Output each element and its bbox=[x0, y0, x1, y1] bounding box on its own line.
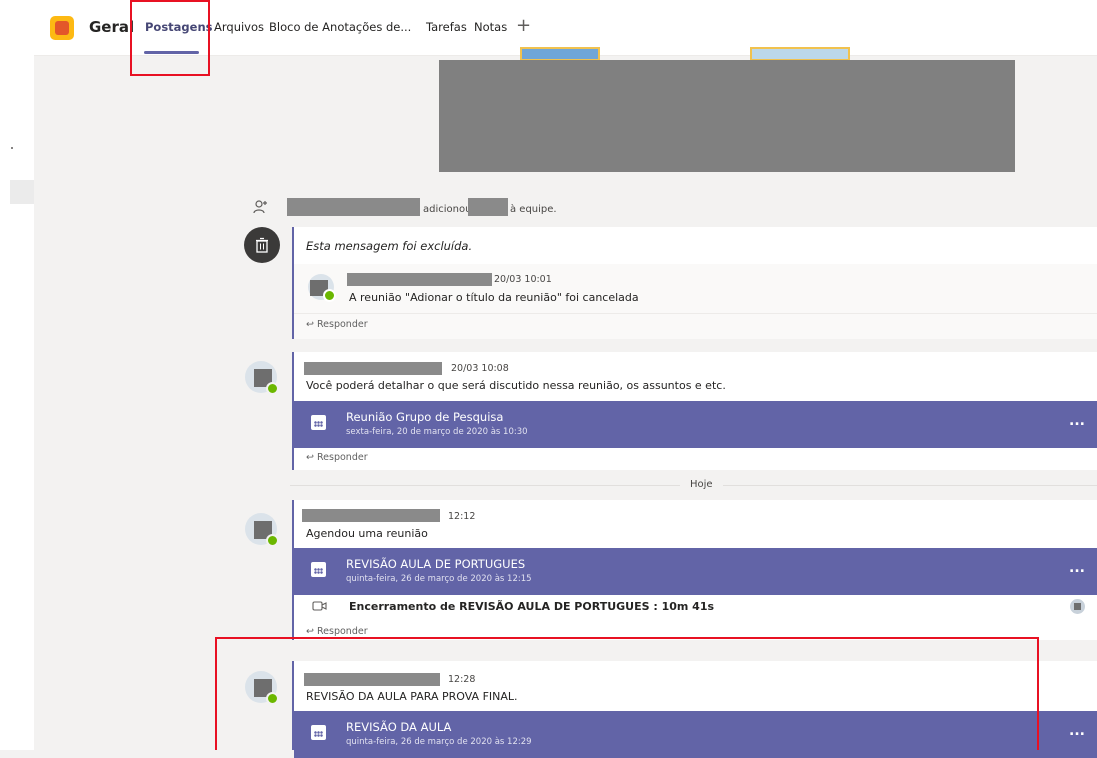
system-text-team: à equipe. bbox=[510, 204, 557, 215]
more-options-button[interactable]: ... bbox=[1069, 560, 1085, 576]
redacted-name bbox=[302, 509, 440, 522]
highlight-box-tab bbox=[130, 0, 210, 76]
tab-tarefas[interactable]: Tarefas bbox=[426, 20, 467, 34]
team-icon bbox=[50, 16, 74, 40]
reply-label: Responder bbox=[316, 626, 368, 637]
post-card: 12:12 Agendou uma reunião REVISÃO AULA D… bbox=[292, 500, 1097, 640]
meeting-card[interactable]: REVISÃO AULA DE PORTUGUES quinta-feira, … bbox=[294, 548, 1097, 595]
trash-icon bbox=[244, 227, 280, 263]
participant-avatar bbox=[1070, 599, 1085, 614]
reply-label: Responder bbox=[316, 452, 368, 463]
reply-message-text: A reunião "Adionar o título da reunião" … bbox=[349, 291, 639, 304]
tab-arquivos[interactable]: Arquivos bbox=[214, 20, 264, 34]
redacted-name bbox=[287, 198, 420, 216]
meeting-card[interactable]: Reunião Grupo de Pesquisa sexta-feira, 2… bbox=[294, 401, 1097, 448]
redacted-name bbox=[468, 198, 508, 216]
rail-selected-item[interactable] bbox=[10, 180, 34, 204]
post-card: 20/03 10:08 Você poderá detalhar o que s… bbox=[292, 352, 1097, 470]
avatar bbox=[245, 513, 279, 547]
image-fragment bbox=[520, 47, 600, 61]
reply-button[interactable]: ↩ Responder bbox=[306, 452, 368, 463]
more-options-button[interactable]: ... bbox=[1069, 723, 1085, 739]
presence-available-icon bbox=[266, 534, 279, 547]
calendar-icon bbox=[311, 562, 326, 577]
more-options-button[interactable]: ... bbox=[1069, 413, 1085, 429]
meeting-ended-text: Encerramento de REVISÃO AULA DE PORTUGUE… bbox=[349, 600, 715, 613]
redacted-name bbox=[304, 362, 442, 375]
avatar bbox=[308, 274, 336, 302]
tab-bloco-de-anotacoes[interactable]: Bloco de Anotações de... bbox=[269, 20, 411, 34]
divider bbox=[294, 313, 1097, 314]
system-text-added: adicionou bbox=[423, 204, 472, 215]
reply-area: 20/03 10:01 A reunião "Adionar o título … bbox=[294, 264, 1097, 339]
meeting-date: sexta-feira, 20 de março de 2020 às 10:3… bbox=[346, 427, 528, 437]
video-camera-icon bbox=[312, 599, 328, 616]
tab-notas[interactable]: Notas bbox=[474, 20, 507, 34]
deleted-thread-card: Esta mensagem foi excluída. 20/03 10:01 … bbox=[292, 227, 1097, 339]
highlight-box-post bbox=[215, 637, 1039, 750]
post-timestamp: 12:12 bbox=[448, 511, 476, 522]
channel-name: Geral bbox=[89, 18, 135, 36]
reply-label: Responder bbox=[316, 319, 368, 330]
add-person-icon bbox=[250, 199, 270, 219]
add-tab-button[interactable]: + bbox=[516, 15, 531, 36]
redacted-image bbox=[439, 60, 1015, 172]
reply-button[interactable]: ↩ Responder bbox=[306, 319, 368, 330]
reply-timestamp: 20/03 10:01 bbox=[494, 274, 552, 285]
presence-available-icon bbox=[266, 382, 279, 395]
meeting-date: quinta-feira, 26 de março de 2020 às 12:… bbox=[346, 574, 532, 584]
presence-available-icon bbox=[323, 289, 336, 302]
meeting-title: Reunião Grupo de Pesquisa bbox=[346, 410, 504, 424]
reply-arrow-icon: ↩ bbox=[306, 319, 317, 330]
post-text: Você poderá detalhar o que será discutid… bbox=[306, 379, 726, 392]
calendar-icon bbox=[311, 415, 326, 430]
deleted-message-text: Esta mensagem foi excluída. bbox=[306, 239, 473, 253]
rail-dot bbox=[11, 147, 13, 149]
avatar bbox=[245, 361, 279, 395]
left-rail bbox=[0, 0, 34, 750]
day-divider-label: Hoje bbox=[680, 479, 723, 490]
meeting-title: REVISÃO AULA DE PORTUGUES bbox=[346, 557, 526, 571]
reply-arrow-icon: ↩ bbox=[306, 626, 317, 637]
image-fragment bbox=[750, 47, 850, 61]
redacted-name bbox=[347, 273, 492, 286]
post-timestamp: 20/03 10:08 bbox=[451, 363, 509, 374]
reply-arrow-icon: ↩ bbox=[306, 452, 317, 463]
post-text: Agendou uma reunião bbox=[306, 527, 428, 540]
